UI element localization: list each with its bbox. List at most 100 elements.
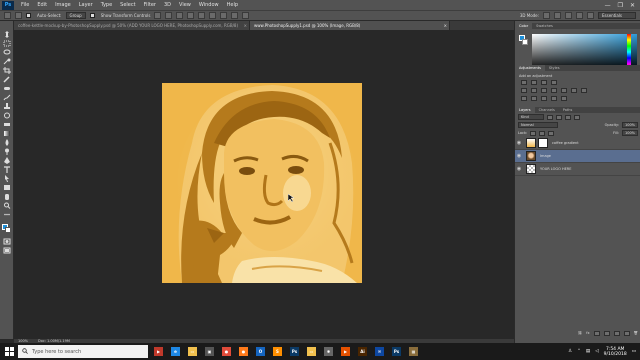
lock-all-icon[interactable]	[548, 130, 555, 136]
selective-color-icon[interactable]	[561, 96, 567, 101]
3d-pan-icon[interactable]	[565, 12, 572, 19]
tab-adjustments[interactable]: Adjustments	[515, 65, 545, 71]
quick-select-tool-icon[interactable]	[3, 58, 11, 65]
network-icon[interactable]: ▤	[586, 349, 590, 354]
taskbar-app[interactable]: ▣	[201, 343, 218, 360]
tab-swatches[interactable]: Swatches	[532, 23, 557, 29]
distribute-alt-icon[interactable]	[231, 12, 239, 19]
zoom-tool-icon[interactable]	[3, 202, 11, 209]
pen-tool-icon[interactable]	[3, 157, 11, 164]
rectangle-tool-icon[interactable]	[3, 184, 11, 191]
black-white-icon[interactable]	[551, 88, 557, 93]
taskbar-search[interactable]: Type here to search	[18, 345, 148, 358]
tab-photoshopsupply1[interactable]: www.PhotoshopSupply1.psd @ 100% (Image, …	[250, 21, 450, 30]
taskbar-app[interactable]: O	[252, 343, 269, 360]
link-layers-icon[interactable]: ⛓	[578, 331, 582, 335]
menu-view[interactable]: View	[175, 2, 195, 8]
align-top-icon[interactable]	[154, 12, 162, 19]
taskbar-app[interactable]: S	[269, 343, 286, 360]
dodge-tool-icon[interactable]	[3, 148, 11, 155]
align-middle-icon[interactable]	[165, 12, 173, 19]
move-tool-icon[interactable]	[4, 12, 11, 19]
taskbar-app[interactable]: ▶	[150, 343, 167, 360]
person-icon[interactable]: ♙	[568, 349, 572, 354]
screen-mode-icon[interactable]	[3, 247, 11, 254]
gradient-tool-icon[interactable]	[3, 130, 11, 137]
chevron-up-icon[interactable]: ⌃	[577, 349, 581, 354]
new-layer-icon[interactable]	[623, 330, 630, 336]
tool-preset-icon[interactable]	[15, 12, 22, 19]
show-transform-checkbox[interactable]	[89, 12, 97, 19]
color-lookup-icon[interactable]	[581, 88, 587, 93]
new-adjustment-icon[interactable]	[603, 330, 610, 336]
3d-scale-icon[interactable]	[587, 12, 594, 19]
tab-paths[interactable]: Paths	[559, 107, 577, 113]
threshold-icon[interactable]	[541, 96, 547, 101]
auto-align-icon[interactable]	[242, 12, 250, 19]
healing-brush-tool-icon[interactable]	[3, 85, 11, 92]
menu-file[interactable]: File	[17, 2, 33, 8]
color-balance-icon[interactable]	[541, 88, 547, 93]
curves-icon[interactable]	[541, 80, 547, 85]
menu-layer[interactable]: Layer	[75, 2, 97, 8]
fill-field[interactable]: 100%	[621, 130, 638, 136]
workspace-dropdown[interactable]: Essentials	[598, 12, 636, 19]
new-group-icon[interactable]	[613, 330, 620, 336]
vibrance-icon[interactable]	[521, 88, 527, 93]
background-color-swatch[interactable]	[5, 227, 11, 233]
3d-orbit-icon[interactable]	[543, 12, 550, 19]
align-bottom-icon[interactable]	[176, 12, 184, 19]
brush-tool-icon[interactable]	[3, 94, 11, 101]
menu-select[interactable]: Select	[116, 2, 139, 8]
align-center-icon[interactable]	[198, 12, 206, 19]
blend-mode-dropdown[interactable]: Normal	[518, 122, 558, 128]
3d-slide-icon[interactable]	[576, 12, 583, 19]
align-right-icon[interactable]	[209, 12, 217, 19]
hand-tool-icon[interactable]	[3, 193, 11, 200]
crop-tool-icon[interactable]	[3, 67, 11, 74]
eyedropper-tool-icon[interactable]	[3, 76, 11, 83]
menu-window[interactable]: Window	[195, 2, 223, 8]
taskbar-app[interactable]: Ai	[354, 343, 371, 360]
channel-mixer-icon[interactable]	[571, 88, 577, 93]
taskbar-app[interactable]: ✱	[320, 343, 337, 360]
kind-filter-dropdown[interactable]: Kind	[518, 114, 544, 120]
panel-background-swatch[interactable]	[522, 39, 528, 45]
clone-stamp-tool-icon[interactable]	[3, 103, 11, 110]
taskbar-app[interactable]: ✉	[371, 343, 388, 360]
layer-image[interactable]: ◉ Image	[515, 150, 640, 163]
blur-tool-icon[interactable]	[3, 139, 11, 146]
document-image[interactable]	[162, 83, 362, 283]
taskbar-app[interactable]: Ps	[286, 343, 303, 360]
history-brush-tool-icon[interactable]	[3, 112, 11, 119]
add-mask-icon[interactable]	[593, 330, 600, 336]
layer-coffee-gradient[interactable]: ◉ coffee gradient	[515, 137, 640, 150]
posterize-icon[interactable]	[531, 96, 537, 101]
path-selection-tool-icon[interactable]	[3, 175, 11, 182]
menu-type[interactable]: Type	[97, 2, 116, 8]
lock-pixels-icon[interactable]	[530, 130, 537, 136]
opacity-field[interactable]: 100%	[621, 122, 638, 128]
gradient-map-icon[interactable]	[551, 96, 557, 101]
filter-adjust-icon[interactable]	[556, 114, 562, 120]
photo-filter-icon[interactable]	[561, 88, 567, 93]
taskbar-app[interactable]: ●	[218, 343, 235, 360]
levels-icon[interactable]	[531, 80, 537, 85]
menu-3d[interactable]: 3D	[160, 2, 175, 8]
filter-shape-icon[interactable]	[574, 114, 580, 120]
visibility-eye-icon[interactable]: ◉	[515, 153, 523, 159]
minimize-icon[interactable]: —	[605, 2, 611, 9]
visibility-eye-icon[interactable]: ◉	[515, 166, 523, 172]
lock-position-icon[interactable]	[539, 130, 546, 136]
eraser-tool-icon[interactable]	[3, 121, 11, 128]
layer-mask-thumb[interactable]	[538, 138, 548, 148]
start-button[interactable]	[0, 343, 18, 360]
clock[interactable]: 7:54 AM 9/10/2018	[604, 347, 627, 357]
taskbar-app[interactable]: ▭	[303, 343, 320, 360]
taskbar-app[interactable]: ▭	[184, 343, 201, 360]
menu-filter[interactable]: Filter	[140, 2, 160, 8]
tab-close-icon[interactable]: ×	[244, 21, 247, 30]
brightness-contrast-icon[interactable]	[521, 80, 527, 85]
auto-select-checkbox[interactable]	[26, 12, 33, 19]
quick-mask-icon[interactable]	[3, 238, 11, 245]
